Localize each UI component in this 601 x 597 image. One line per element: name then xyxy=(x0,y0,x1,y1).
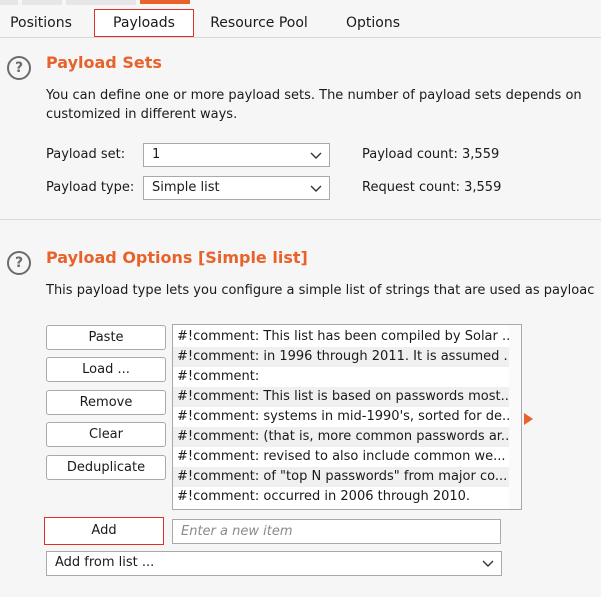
list-item[interactable]: #!comment: systems in mid-1990's, sorted… xyxy=(173,407,510,427)
add-from-list-value: Add from list ... xyxy=(55,555,155,570)
payload-options-heading: Payload Options [Simple list] xyxy=(46,248,308,267)
list-item[interactable]: #!comment: xyxy=(173,367,510,387)
payload-list[interactable]: #!comment: This list has been compiled b… xyxy=(172,324,522,510)
tab-options[interactable]: Options xyxy=(339,9,407,37)
list-scrollbar[interactable] xyxy=(509,325,521,509)
list-item[interactable]: #!comment: occurred in 2006 through 2010… xyxy=(173,487,510,507)
payload-type-select[interactable]: Simple list xyxy=(143,176,330,200)
list-item[interactable]: #!comment: (that is, more common passwor… xyxy=(173,427,510,447)
payload-sets-description-line1: You can define one or more payload sets.… xyxy=(46,88,582,103)
payload-type-label: Payload type: xyxy=(46,180,135,195)
clear-button[interactable]: Clear xyxy=(46,422,166,447)
chevron-down-icon xyxy=(310,152,322,159)
payload-sets-heading: Payload Sets xyxy=(46,53,162,72)
payload-type-value: Simple list xyxy=(152,180,220,195)
list-item[interactable]: #!comment: in 1996 through 2011. It is a… xyxy=(173,347,510,367)
top-tab-strip xyxy=(0,0,601,7)
list-item[interactable]: #!comment: This list has been compiled b… xyxy=(173,327,510,347)
payload-sets-description-line2: customized in different ways. xyxy=(46,107,238,122)
load-button[interactable]: Load ... xyxy=(46,357,166,382)
new-item-input[interactable] xyxy=(172,519,501,544)
tab-resource-pool[interactable]: Resource Pool xyxy=(204,9,314,37)
help-icon-payload-options[interactable]: ? xyxy=(7,251,31,275)
request-count: Request count: 3,559 xyxy=(362,180,502,195)
payload-set-label: Payload set: xyxy=(46,147,126,162)
chevron-down-icon xyxy=(482,560,494,567)
tab-positions[interactable]: Positions xyxy=(8,9,74,37)
add-button[interactable]: Add xyxy=(44,517,164,545)
paste-button[interactable]: Paste xyxy=(46,325,166,350)
payload-set-value: 1 xyxy=(152,147,161,162)
payload-set-select[interactable]: 1 xyxy=(143,143,330,167)
chevron-down-icon xyxy=(310,185,322,192)
list-item[interactable]: #!comment: revised to also include commo… xyxy=(173,447,510,467)
help-icon-payload-sets[interactable]: ? xyxy=(7,56,31,80)
tab-bar: Positions Payloads Resource Pool Options xyxy=(0,0,601,38)
payload-count: Payload count: 3,559 xyxy=(362,147,500,162)
payload-options-description: This payload type lets you configure a s… xyxy=(46,283,595,298)
add-from-list-select[interactable]: Add from list ... xyxy=(46,551,502,576)
deduplicate-button[interactable]: Deduplicate xyxy=(46,455,166,480)
section-divider xyxy=(0,219,601,220)
tab-payloads[interactable]: Payloads xyxy=(94,9,194,37)
list-item[interactable]: #!comment: of "top N passwords" from maj… xyxy=(173,467,510,487)
expand-arrow-icon[interactable] xyxy=(524,413,533,425)
list-item[interactable]: #!comment: This list is based on passwor… xyxy=(173,387,510,407)
remove-button[interactable]: Remove xyxy=(46,390,166,415)
